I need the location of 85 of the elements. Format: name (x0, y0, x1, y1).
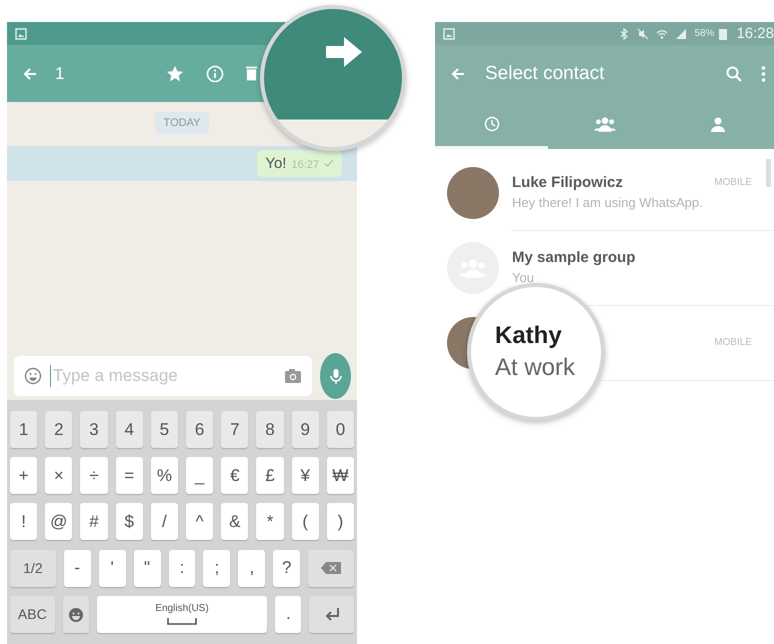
contact-name: My sample group (512, 249, 636, 266)
camera-icon[interactable] (284, 367, 302, 385)
space-bar-icon (167, 617, 197, 626)
keyboard-key[interactable]: ^ (186, 503, 214, 540)
keyboard-key[interactable]: 1 (10, 411, 38, 448)
keyboard-key[interactable]: - (64, 550, 91, 587)
keyboard-key[interactable]: $ (116, 503, 143, 540)
keyboard-key[interactable]: , (238, 550, 266, 587)
wifi-icon (656, 28, 668, 40)
enter-key[interactable] (309, 596, 354, 633)
keyboard-key[interactable]: . (275, 596, 302, 633)
microphone-button[interactable] (320, 353, 351, 399)
keyboard-key[interactable]: ; (203, 550, 230, 587)
keyboard-key[interactable]: 1/2 (10, 550, 56, 587)
keyboard-key[interactable]: ! (10, 503, 38, 540)
screen-title: Select contact (485, 62, 604, 84)
avatar-photo (447, 166, 499, 218)
battery-icon (717, 28, 730, 40)
contact-row[interactable]: Luke Filipowicz MOBILE Hey there! I am using WhatsApp. (447, 155, 774, 230)
keyboard-key[interactable]: # (80, 503, 108, 540)
contact-name: Kathy (495, 322, 562, 350)
keyboard-key[interactable]: ÷ (80, 457, 108, 494)
message-text: Yo! (265, 155, 286, 172)
contact-status: Hey there! I am using WhatsApp. (512, 195, 704, 210)
selected-count: 1 (55, 64, 64, 84)
keyboard-key[interactable]: 2 (45, 411, 72, 448)
keyboard-key[interactable]: @ (45, 503, 72, 540)
scrollbar (766, 159, 771, 187)
keyboard-key[interactable]: & (221, 503, 248, 540)
date-chip: TODAY (154, 112, 210, 134)
info-icon[interactable] (206, 64, 224, 82)
battery-percent: 58% (694, 28, 714, 39)
search-icon[interactable] (725, 64, 743, 82)
keyboard-key[interactable]: ? (273, 550, 300, 587)
keyboard-key[interactable]: % (150, 457, 178, 494)
keyboard-key[interactable]: * (256, 503, 284, 540)
keyboard-key[interactable]: = (116, 457, 143, 494)
message-field[interactable]: Type a message (14, 356, 312, 396)
keyboard-key[interactable]: ABC (10, 596, 55, 633)
backspace-key[interactable] (308, 550, 354, 587)
keyboard-key[interactable]: _ (186, 457, 214, 494)
emoji-key[interactable] (62, 596, 89, 633)
person-icon (710, 116, 726, 132)
smiley-icon[interactable] (24, 367, 42, 385)
contact-status: At work (495, 354, 576, 382)
smiley-icon (66, 605, 85, 624)
keyboard-key[interactable]: ) (326, 503, 354, 540)
keyboard-key[interactable]: 6 (186, 411, 214, 448)
keyboard-key[interactable]: : (168, 550, 196, 587)
keyboard-key[interactable]: 8 (256, 411, 284, 448)
space-key[interactable]: English(US) (96, 596, 268, 633)
keyboard-key[interactable]: £ (256, 457, 284, 494)
phone-type: MOBILE (714, 336, 752, 348)
keyboard-key[interactable]: 3 (80, 411, 108, 448)
contact-status: You (512, 270, 535, 285)
backspace-icon (321, 562, 342, 574)
bluetooth-icon (618, 28, 630, 40)
check-icon (324, 158, 334, 168)
image-icon (443, 28, 455, 40)
keyboard-key[interactable]: 9 (292, 411, 319, 448)
mute-icon (637, 28, 650, 40)
keyboard-key[interactable]: + (10, 457, 38, 494)
clock-time: 16:28 (736, 25, 774, 42)
keyboard-key[interactable]: 0 (326, 411, 354, 448)
signal-icon (675, 28, 688, 40)
menu-icon[interactable] (761, 64, 766, 82)
contact-name: Luke Filipowicz (512, 174, 623, 191)
keyboard-key[interactable]: ' (98, 550, 126, 587)
keyboard-key[interactable]: 5 (150, 411, 178, 448)
keyboard-key[interactable]: ( (292, 503, 319, 540)
keyboard-key[interactable]: × (45, 457, 72, 494)
keyboard-key[interactable]: " (134, 550, 161, 587)
star-icon[interactable] (166, 64, 184, 82)
group-icon (594, 116, 616, 132)
phone-type: MOBILE (714, 177, 752, 188)
delete-icon[interactable] (246, 66, 257, 81)
keyboard-key[interactable]: € (221, 457, 248, 494)
keyboard-key[interactable]: / (150, 503, 178, 540)
image-icon (15, 28, 27, 40)
keyboard-key[interactable]: 4 (116, 411, 143, 448)
keyboard-key[interactable]: 7 (221, 411, 248, 448)
keyboard-key[interactable]: ₩ (326, 457, 354, 494)
forward-arrow-icon[interactable] (326, 37, 362, 67)
clock-icon (484, 116, 500, 132)
keyboard-key[interactable]: ¥ (292, 457, 319, 494)
